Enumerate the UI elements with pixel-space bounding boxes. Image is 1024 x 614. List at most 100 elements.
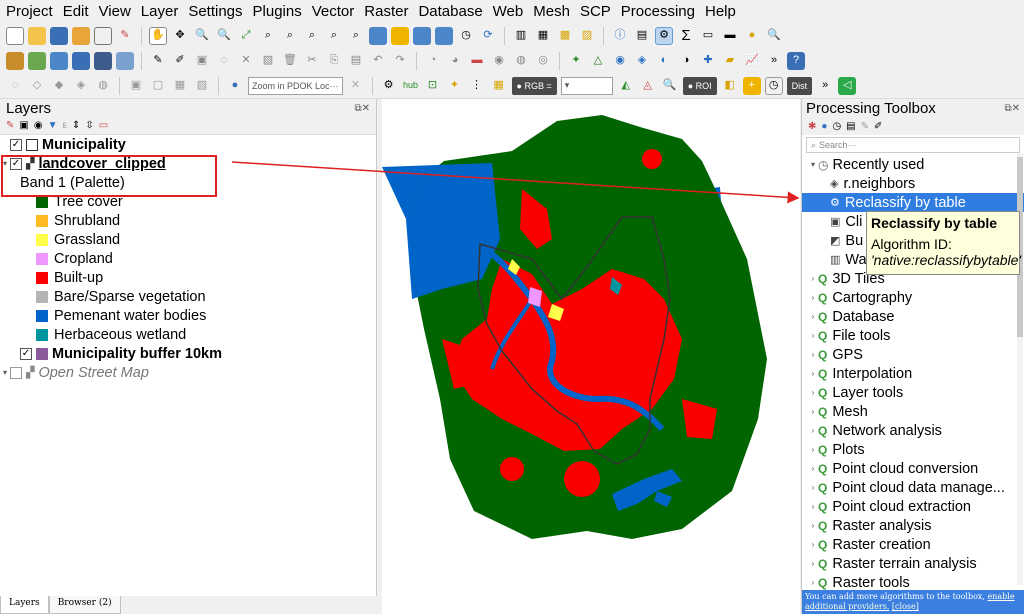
expand-arrow-icon[interactable]: › — [808, 578, 818, 587]
group-item[interactable]: › Q Raster analysis — [802, 516, 1024, 535]
expand-arrow-icon[interactable]: › — [808, 274, 818, 283]
current-edits-icon[interactable]: ✎ — [149, 52, 167, 70]
expand-arrow-icon[interactable]: › — [808, 407, 818, 416]
data-source-manager-icon[interactable] — [6, 51, 24, 70]
add-mesh-layer-icon[interactable] — [94, 51, 112, 70]
scp-classification-icon[interactable]: ✦ — [446, 77, 464, 95]
style-manager-icon[interactable]: ✎ — [116, 27, 134, 45]
search-locator-icon[interactable]: 🔍 — [765, 27, 783, 45]
group-item[interactable]: › Q Point cloud data manage... — [802, 478, 1024, 497]
group-item[interactable]: › Q Cartography — [802, 288, 1024, 307]
group-item[interactable]: › Q File tools — [802, 326, 1024, 345]
group-recently-used[interactable]: ▾ ◷ Recently used — [802, 155, 1024, 174]
identify-features-icon[interactable]: ▥ — [512, 27, 530, 45]
rgb-composite-dropdown[interactable]: ▾ — [560, 76, 613, 95]
expand-arrow-icon[interactable]: › — [808, 483, 818, 492]
collapse-arrow-icon[interactable]: ▾ — [0, 368, 10, 377]
toggle-editing-icon[interactable]: ✐ — [171, 52, 189, 70]
manage-visibility-icon[interactable]: ◉ — [34, 120, 43, 131]
add-group-icon[interactable]: ▣ — [19, 120, 28, 131]
label-style-icon[interactable]: ▬ — [468, 52, 486, 70]
add-virtual-layer-icon[interactable] — [116, 51, 134, 70]
digitize-icon[interactable]: ◌ — [215, 52, 233, 70]
scp-spectral-icon[interactable]: ▰ — [721, 52, 739, 70]
clear-search-icon[interactable]: ✕ — [347, 77, 365, 95]
new-project-icon[interactable] — [6, 26, 24, 45]
save-icon[interactable] — [50, 26, 68, 45]
group-item[interactable]: › Q Raster creation — [802, 535, 1024, 554]
expand-arrow-icon[interactable]: › — [808, 559, 818, 568]
scp-plot-icon[interactable]: 📈 — [743, 52, 761, 70]
roi-select[interactable]: ● ROI — [682, 76, 717, 95]
expand-arrow-icon[interactable]: › — [808, 540, 818, 549]
menu-mesh[interactable]: Mesh — [533, 3, 570, 20]
print-layout-icon[interactable] — [94, 26, 112, 45]
zoom-in-icon[interactable]: 🔍 — [193, 27, 211, 45]
scp-polygon-roi-icon[interactable]: ◭ — [617, 77, 635, 95]
toolbox-search-input[interactable]: ⌕ Search··· — [806, 137, 1020, 153]
georeferencer-icon[interactable]: ◌ — [6, 77, 24, 95]
dist-select[interactable]: Dist — [786, 76, 813, 95]
advanced-digitizing-icon[interactable]: ▣ — [127, 77, 145, 95]
tab-layers[interactable]: Layers — [0, 596, 49, 614]
scp-download-icon[interactable]: ◈ — [633, 52, 651, 70]
annotation-icon[interactable]: ▬ — [721, 27, 739, 45]
pan-to-selection-icon[interactable]: ✥ — [171, 27, 189, 45]
menu-vector[interactable]: Vector — [312, 3, 355, 20]
scp-calc-icon[interactable]: ◉ — [611, 52, 629, 70]
add-raster-layer-icon[interactable] — [50, 51, 68, 70]
expand-arrow-icon[interactable]: › — [808, 369, 818, 378]
rotate-label-icon[interactable]: ◍ — [512, 52, 530, 70]
vertex-tool-icon[interactable]: ✕ — [237, 52, 255, 70]
menu-scp[interactable]: SCP — [580, 3, 611, 20]
close-info-link[interactable]: [close] — [892, 602, 919, 611]
show-bookmarks-icon[interactable] — [435, 26, 453, 45]
group-item[interactable]: › Q Point cloud conversion — [802, 459, 1024, 478]
group-item[interactable]: › Q Raster terrain analysis — [802, 554, 1024, 573]
edit-features-in-place-icon[interactable]: ✎ — [861, 121, 869, 132]
history-icon[interactable]: ◷ — [832, 121, 841, 132]
copy-features-icon[interactable]: ⎘ — [325, 52, 343, 70]
python-scripts-icon[interactable]: ● — [821, 121, 827, 132]
group-item[interactable]: › Q GPS — [802, 345, 1024, 364]
expand-arrow-icon[interactable]: › — [808, 293, 818, 302]
rgb-composite-select[interactable]: ● RGB = — [511, 76, 557, 95]
attribute-table-icon[interactable]: ▤ — [633, 27, 651, 45]
cut-features-icon[interactable]: ✂ — [303, 52, 321, 70]
move-label-icon[interactable]: ◉ — [490, 52, 508, 70]
zoom-native-icon[interactable]: ⌕ — [303, 27, 321, 45]
add-vector-layer-icon[interactable] — [28, 51, 46, 70]
polygon-tool-icon[interactable]: ◈ — [72, 77, 90, 95]
menu-web[interactable]: Web — [493, 3, 524, 20]
expand-arrow-icon[interactable]: › — [808, 445, 818, 454]
scp-zoom-roi-icon[interactable]: 🔍 — [661, 77, 679, 95]
layer-municipality-buffer[interactable]: ✓ Municipality buffer 10km — [0, 344, 376, 363]
circle-tool-icon[interactable]: ◍ — [94, 77, 112, 95]
panel-float-close-icon[interactable]: ⧉✕ — [354, 103, 370, 114]
menu-database[interactable]: Database — [418, 3, 482, 20]
snapping-icon[interactable]: ▢ — [149, 77, 167, 95]
map-canvas[interactable] — [382, 99, 800, 614]
filter-expression-icon[interactable]: ε — [62, 120, 66, 131]
menu-view[interactable]: View — [99, 3, 131, 20]
delete-selected-icon[interactable]: 🗑 — [281, 52, 299, 70]
expand-arrow-icon[interactable]: › — [808, 331, 818, 340]
zoom-last-icon[interactable]: ⌕ — [325, 27, 343, 45]
group-item[interactable]: › Q Network analysis — [802, 421, 1024, 440]
qgis-hub-icon[interactable]: hub — [402, 77, 420, 95]
scp-reset-icon[interactable]: ◷ — [764, 76, 783, 95]
remove-layer-icon[interactable]: ▭ — [99, 120, 108, 131]
group-item[interactable]: › Q Mesh — [802, 402, 1024, 421]
new-3d-view-icon[interactable] — [391, 26, 409, 45]
layer-municipality[interactable]: ✓ Municipality — [0, 135, 376, 154]
select-by-value-icon[interactable]: ▨ — [578, 27, 596, 45]
layer-visibility-checkbox[interactable]: ✓ — [20, 347, 32, 360]
pdok-search-input[interactable]: Zoom in PDOK Loc··· — [248, 76, 343, 95]
options-wrench-icon[interactable]: ✐ — [874, 121, 882, 132]
expand-arrow-icon[interactable]: › — [808, 502, 818, 511]
group-item[interactable]: › Q Point cloud extraction — [802, 497, 1024, 516]
layer-visibility-checkbox[interactable] — [10, 366, 22, 379]
toolbar-overflow-icon[interactable]: » — [765, 52, 783, 70]
select-features-icon[interactable]: ▦ — [534, 27, 552, 45]
zoom-out-icon[interactable]: 🔍 — [215, 27, 233, 45]
